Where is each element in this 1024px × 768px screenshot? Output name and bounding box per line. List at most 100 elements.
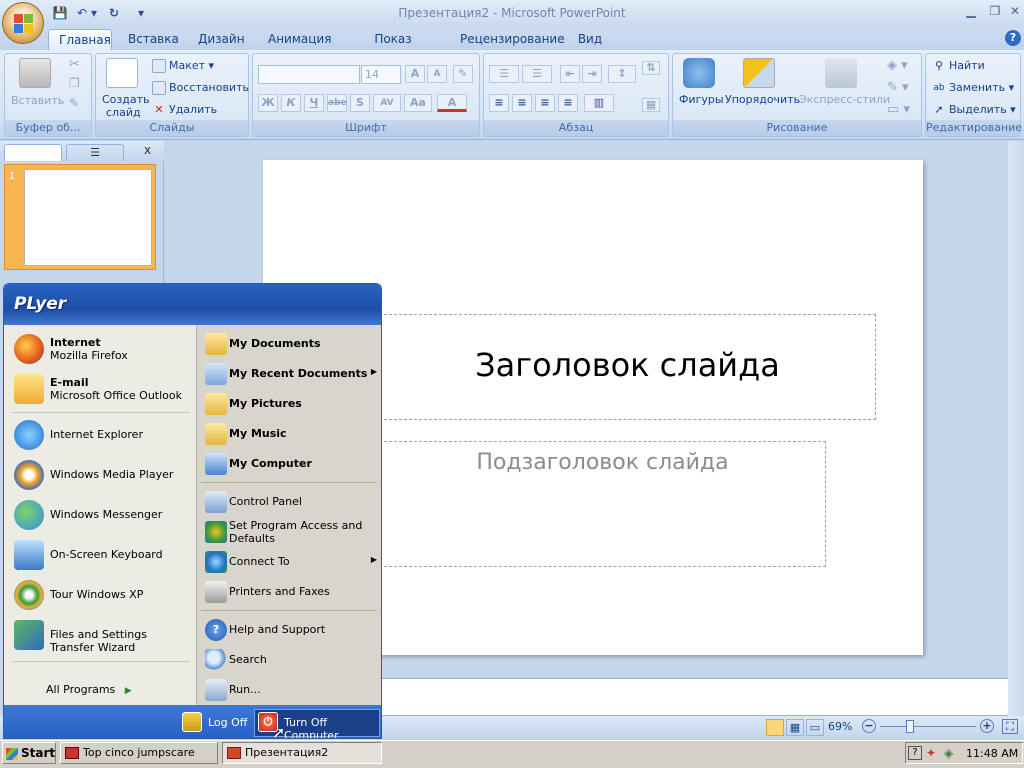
- tab-view[interactable]: Вид: [566, 29, 614, 50]
- zoom-level[interactable]: 69%: [828, 720, 852, 733]
- justify-icon[interactable]: ≡: [558, 94, 578, 112]
- clear-format-icon[interactable]: ✎: [453, 65, 473, 83]
- quick-styles-button[interactable]: Экспресс-стили: [799, 93, 890, 106]
- paste-button[interactable]: Вставить: [11, 94, 64, 107]
- log-off-icon[interactable]: [182, 712, 202, 732]
- font-color-button[interactable]: A: [437, 94, 467, 112]
- slide-title-text[interactable]: Заголовок слайда: [379, 346, 876, 384]
- safely-remove-icon[interactable]: ✦: [926, 746, 942, 760]
- tab-design[interactable]: Дизайн: [188, 29, 254, 50]
- grow-font-button[interactable]: A: [405, 65, 425, 83]
- font-name-input[interactable]: [258, 65, 360, 84]
- recent-files-settings-transfer[interactable]: Files and Settings Transfer Wizard: [10, 617, 194, 654]
- pinned-email[interactable]: E-mail Microsoft Office Outlook: [10, 371, 194, 407]
- line-spacing-icon[interactable]: ↕: [608, 65, 636, 83]
- log-off-button[interactable]: Log Off: [208, 716, 247, 729]
- slide-sorter-icon[interactable]: ▦: [786, 719, 804, 736]
- tab-review[interactable]: Рецензирование: [450, 29, 565, 50]
- new-slide-button-line2[interactable]: слайд: [106, 106, 141, 119]
- shape-effects-icon[interactable]: ▭ ▾: [887, 102, 910, 117]
- bullets-icon[interactable]: ☰: [489, 65, 519, 83]
- tab-slides-icon[interactable]: [4, 144, 62, 161]
- font-size-input[interactable]: 14: [361, 65, 401, 84]
- clock[interactable]: 11:48 AM: [966, 747, 1018, 760]
- run[interactable]: Run...: [203, 675, 381, 703]
- shape-fill-icon[interactable]: ◈ ▾: [887, 58, 908, 73]
- tab-animation[interactable]: Анимация: [258, 29, 334, 50]
- help-and-support[interactable]: ? Help and Support: [203, 615, 381, 643]
- zoom-slider-track[interactable]: [880, 726, 976, 727]
- align-center-icon[interactable]: ≡: [512, 94, 532, 112]
- minimize-button[interactable]: ▁: [960, 2, 982, 20]
- close-button[interactable]: ✕: [1004, 2, 1024, 20]
- turn-off-button[interactable]: Turn Off Computer: [284, 716, 381, 738]
- taskbar-task-powerpoint[interactable]: Презентация2: [222, 742, 382, 764]
- change-case-button[interactable]: Aa: [404, 94, 432, 112]
- restore-button[interactable]: ❐: [984, 2, 1006, 20]
- numbering-icon[interactable]: ☰: [522, 65, 552, 83]
- slide-thumbnail[interactable]: 1: [4, 164, 156, 270]
- replace-button[interactable]: ab Заменить ▾: [932, 81, 1014, 95]
- vertical-scrollbar[interactable]: [1008, 141, 1024, 718]
- underline-button[interactable]: Ч: [304, 94, 324, 112]
- strikethrough-button[interactable]: abe: [327, 94, 347, 112]
- shrink-font-button[interactable]: A: [427, 65, 447, 83]
- zoom-slider-thumb[interactable]: [906, 720, 914, 733]
- office-button[interactable]: [2, 2, 44, 44]
- tab-home[interactable]: Главная: [48, 29, 112, 50]
- new-slide-button[interactable]: Создать: [102, 93, 150, 106]
- increase-indent-icon[interactable]: ⇥: [582, 65, 602, 83]
- columns-icon[interactable]: ▥: [584, 94, 614, 112]
- my-recent-documents[interactable]: My Recent Documents ▶: [203, 359, 381, 387]
- help-icon[interactable]: ?: [1005, 30, 1021, 46]
- recent-internet-explorer[interactable]: Internet Explorer: [10, 417, 194, 453]
- printers-and-faxes[interactable]: Printers and Faxes: [203, 577, 381, 605]
- close-pane-icon[interactable]: x: [144, 143, 151, 157]
- control-panel[interactable]: Control Panel: [203, 487, 381, 515]
- tab-outline-icon[interactable]: ☰: [66, 144, 124, 161]
- align-left-icon[interactable]: ≡: [489, 94, 509, 112]
- find-button[interactable]: ⚲ Найти: [932, 59, 985, 73]
- fit-to-window-icon[interactable]: ⛶: [1002, 719, 1018, 734]
- smartart-icon[interactable]: ▦: [642, 98, 660, 112]
- shapes-button[interactable]: Фигуры: [679, 93, 724, 106]
- network-tray-icon[interactable]: ◈: [944, 746, 960, 760]
- arrange-button[interactable]: Упорядочить: [725, 93, 800, 106]
- text-direction-icon[interactable]: ⇅: [642, 61, 660, 75]
- my-pictures[interactable]: My Pictures: [203, 389, 381, 417]
- format-painter-icon[interactable]: ✎: [69, 96, 79, 110]
- my-music[interactable]: My Music: [203, 419, 381, 447]
- decrease-indent-icon[interactable]: ⇤: [560, 65, 580, 83]
- help-tray-icon[interactable]: ?: [908, 746, 922, 760]
- bold-button[interactable]: Ж: [258, 94, 278, 112]
- cut-icon[interactable]: ✂: [69, 57, 80, 72]
- align-right-icon[interactable]: ≡: [535, 94, 555, 112]
- shape-outline-icon[interactable]: ✎ ▾: [887, 80, 909, 95]
- italic-button[interactable]: К: [281, 94, 301, 112]
- connect-to[interactable]: Connect To ▶: [203, 547, 381, 575]
- slideshow-view-icon[interactable]: ▭: [806, 719, 824, 736]
- shadow-button[interactable]: S: [350, 94, 370, 112]
- select-button[interactable]: ➚ Выделить ▾: [932, 103, 1015, 117]
- taskbar-task-jumpscare[interactable]: Top cinco jumpscare: [60, 742, 218, 764]
- reset-button[interactable]: Восстановить: [152, 81, 249, 95]
- delete-slide-button[interactable]: ✕ Удалить: [152, 103, 217, 117]
- char-spacing-button[interactable]: AV: [373, 94, 401, 112]
- notes-pane[interactable]: [380, 678, 1012, 716]
- tab-slideshow[interactable]: Показ слайдов: [340, 29, 446, 66]
- normal-view-icon[interactable]: [766, 719, 784, 736]
- start-button[interactable]: Start: [2, 742, 56, 764]
- slide-subtitle-text[interactable]: Подзаголовок слайда: [379, 450, 826, 475]
- my-documents[interactable]: My Documents: [203, 329, 381, 357]
- layout-button[interactable]: Макет ▾: [152, 59, 214, 73]
- set-program-access[interactable]: Set Program Access and Defaults: [203, 517, 381, 551]
- search[interactable]: Search: [203, 645, 381, 673]
- all-programs-button[interactable]: All Programs ▶: [46, 683, 132, 696]
- recent-tour-windows-xp[interactable]: Tour Windows XP: [10, 577, 194, 613]
- tab-insert[interactable]: Вставка: [118, 29, 184, 50]
- my-computer[interactable]: My Computer: [203, 449, 381, 477]
- zoom-in-icon[interactable]: +: [980, 719, 994, 733]
- zoom-out-icon[interactable]: −: [862, 719, 876, 733]
- recent-windows-media-player[interactable]: Windows Media Player: [10, 457, 194, 493]
- recent-on-screen-keyboard[interactable]: On-Screen Keyboard: [10, 537, 194, 573]
